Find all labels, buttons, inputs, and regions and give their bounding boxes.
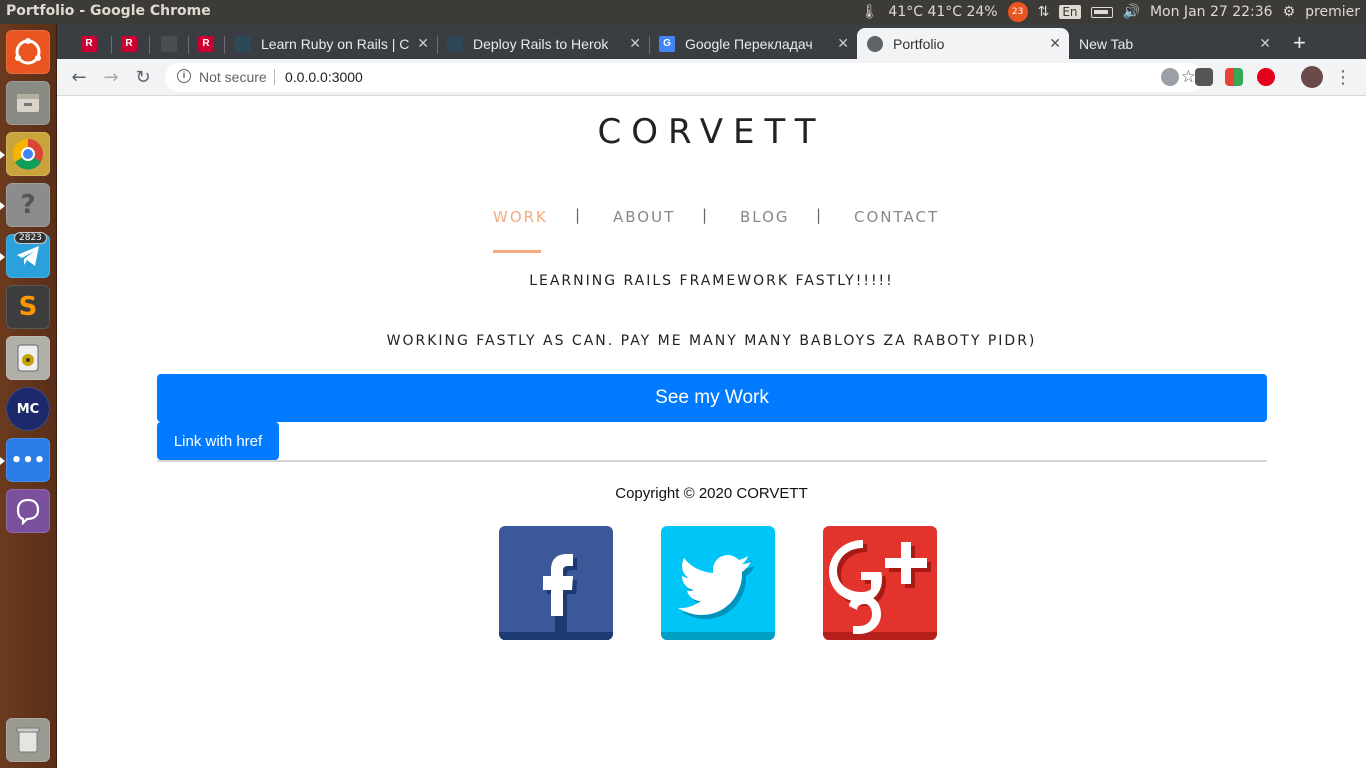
messaging-icon[interactable]: ••• — [0, 438, 50, 482]
os-top-panel: Portfolio - Google Chrome 🌡 41°C 41°C 24… — [0, 0, 1366, 24]
nav-contact[interactable]: CONTACT — [854, 208, 939, 226]
sublime-text-icon[interactable]: S — [6, 285, 50, 329]
tab-pinned-3[interactable] — [151, 28, 191, 59]
browser-toolbar: ← → ↻ i Not secure 0.0.0.0:3000 ☆ ⋮ — [57, 59, 1366, 96]
nav-blog[interactable]: BLOG — [740, 208, 790, 226]
tab-google-translate[interactable]: G Google Перекладач ✕ — [649, 28, 857, 59]
user-name[interactable]: premier — [1305, 4, 1360, 20]
tab-strip: R R R Learn Ruby on Rails | C ✕ Deploy R… — [57, 24, 1366, 59]
tab-new-tab[interactable]: New Tab ✕ — [1069, 28, 1279, 59]
link-with-href-button[interactable]: Link with href — [157, 422, 279, 460]
tab-separator — [149, 36, 150, 54]
footer-divider — [157, 460, 1267, 462]
battery-icon[interactable] — [1090, 6, 1113, 18]
app-launcher: ? 2823 S MC ••• — [0, 24, 57, 768]
files-icon[interactable] — [6, 81, 50, 125]
tagline: LEARNING RAILS FRAMEWORK FASTLY!!!!! — [529, 273, 894, 289]
clock[interactable]: Mon Jan 27 22:36 — [1150, 4, 1273, 20]
chrome-icon[interactable] — [0, 132, 50, 176]
telegram-icon[interactable]: 2823 — [0, 232, 50, 278]
nav-separator: | — [702, 206, 710, 224]
opera-extension-icon[interactable] — [1257, 68, 1275, 86]
rails-favicon-icon: R — [121, 35, 137, 52]
profile-avatar[interactable] — [1301, 66, 1323, 88]
settings-gear-icon[interactable]: ⚙ — [1283, 4, 1296, 20]
address-bar[interactable]: i Not secure 0.0.0.0:3000 ☆ — [165, 63, 1204, 92]
nav-separator: | — [575, 206, 583, 224]
tab-pinned-2[interactable]: R — [111, 28, 151, 59]
tab-pinned-4[interactable]: R — [188, 28, 228, 59]
info-icon[interactable]: i — [177, 69, 191, 83]
url-text[interactable]: 0.0.0.0:3000 — [285, 69, 363, 85]
site-brand[interactable]: CORVETT — [57, 112, 1366, 152]
google-plus-icon[interactable] — [823, 526, 937, 640]
close-tab-icon[interactable]: ✕ — [837, 35, 849, 52]
twitter-icon[interactable] — [661, 526, 775, 640]
temperature-readout[interactable]: 41°C 41°C 24% — [888, 4, 997, 20]
copyright-text: Copyright © 2020 CORVETT — [615, 485, 808, 502]
tab-pinned-1[interactable]: R — [71, 28, 111, 59]
notification-badge[interactable]: 23 — [1007, 2, 1028, 22]
reload-icon[interactable]: ↻ — [131, 65, 155, 89]
new-tab-plus-icon[interactable]: + — [1293, 30, 1306, 56]
back-arrow-icon[interactable]: ← — [67, 65, 91, 89]
google-translate-favicon-icon: G — [659, 35, 675, 52]
document-favicon-icon — [447, 35, 463, 52]
running-indicator — [0, 457, 5, 465]
web-page: CORVETT WORK | ABOUT | BLOG | CONTACT LE… — [57, 96, 1366, 768]
nav-active-underline — [493, 250, 541, 253]
system-tray: 🌡 41°C 41°C 24% 23 ⇅ En 🔊 Mon Jan 27 22:… — [861, 0, 1366, 24]
security-label: Not secure — [199, 69, 267, 85]
keyboard-layout-indicator[interactable]: En — [1059, 5, 1081, 19]
running-indicator — [0, 151, 5, 159]
globe-favicon-icon — [867, 35, 883, 52]
close-tab-icon[interactable]: ✕ — [629, 35, 641, 52]
menu-kebab-icon[interactable]: ⋮ — [1331, 65, 1355, 89]
viber-icon[interactable] — [6, 489, 50, 533]
shield-extension-icon[interactable] — [1161, 68, 1179, 86]
nav-work[interactable]: WORK — [493, 208, 548, 226]
rails-favicon-icon: R — [81, 35, 97, 52]
telegram-unread-badge: 2823 — [14, 232, 47, 244]
thermometer-icon[interactable]: 🌡 — [861, 4, 879, 20]
forward-arrow-icon[interactable]: → — [99, 65, 123, 89]
see-my-work-button[interactable]: See my Work — [157, 374, 1267, 422]
help-icon[interactable]: ? — [0, 183, 50, 227]
close-tab-icon[interactable]: ✕ — [1259, 35, 1271, 52]
tab-learn-ruby-on-rails[interactable]: Learn Ruby on Rails | C ✕ — [225, 28, 437, 59]
nav-about[interactable]: ABOUT — [613, 208, 675, 226]
network-icon[interactable]: ⇅ — [1038, 4, 1050, 20]
sub-tagline: WORKING FASTLY AS CAN. PAY ME MANY MANY … — [386, 333, 1037, 349]
trash-icon[interactable] — [6, 718, 50, 762]
running-indicator — [0, 253, 5, 261]
tab-deploy-rails-to-heroku[interactable]: Deploy Rails to Herok ✕ — [437, 28, 649, 59]
speaker-app-icon[interactable] — [6, 336, 50, 380]
grid-extension-icon[interactable] — [1225, 68, 1243, 86]
ubuntu-dash-icon[interactable] — [6, 30, 50, 74]
document-favicon-icon — [235, 35, 251, 52]
github-favicon-icon — [161, 35, 177, 52]
omnibox-divider — [274, 69, 275, 85]
close-tab-icon[interactable]: ✕ — [1049, 35, 1061, 52]
window-title: Portfolio - Google Chrome — [6, 3, 211, 19]
mc-app-icon[interactable]: MC — [6, 387, 50, 431]
key-extension-icon[interactable] — [1195, 68, 1213, 86]
close-tab-icon[interactable]: ✕ — [417, 35, 429, 52]
bookmark-star-icon[interactable]: ☆ — [1181, 67, 1196, 87]
volume-icon[interactable]: 🔊 — [1123, 4, 1140, 20]
nav-separator: | — [816, 206, 824, 224]
tab-portfolio[interactable]: Portfolio ✕ — [857, 28, 1069, 59]
facebook-icon[interactable] — [499, 526, 613, 640]
running-indicator — [0, 202, 5, 210]
rails-favicon-icon: R — [198, 35, 214, 52]
